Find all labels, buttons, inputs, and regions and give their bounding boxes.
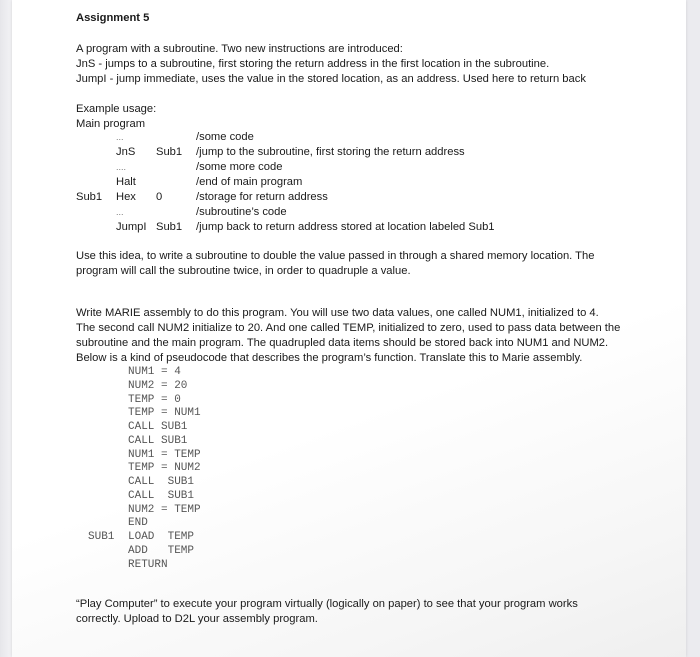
assignment-title: Assignment 5 xyxy=(76,12,150,24)
paragraph-line: correctly. Upload to D2L your assembly p… xyxy=(76,613,318,625)
pseudocode-statement: CALL SUB1 xyxy=(128,489,195,502)
paragraph-line: “Play Computer” to execute your program … xyxy=(76,598,578,610)
background-edge xyxy=(686,0,700,657)
example-heading: Example usage: xyxy=(76,103,157,115)
code-comment: /storage for return address xyxy=(196,191,328,203)
pseudocode-statement: CALL SUB1 xyxy=(128,421,188,433)
code-opcode: Halt xyxy=(116,176,136,188)
pseudocode-statement: TEMP = 0 xyxy=(128,393,181,406)
pseudocode-statement: TEMP = NUM2 xyxy=(128,462,201,475)
pseudocode-statement: CALL SUB1 xyxy=(128,434,188,447)
pseudocode-statement: NUM1 = TEMP xyxy=(128,448,201,461)
use-paragraph: Use this idea, to write a subroutine to … xyxy=(76,249,594,279)
write-paragraph: Write MARIE assembly to do this program.… xyxy=(76,306,620,366)
pseudocode-statement: NUM1 = 4 xyxy=(128,366,181,378)
code-operand: 0 xyxy=(156,191,163,203)
code-opcode: JumpI xyxy=(116,221,147,233)
pseudocode-statement: CALL SUB1 xyxy=(128,476,195,488)
code-opcode: ... xyxy=(116,207,124,217)
code-comment: /some code xyxy=(196,131,254,143)
paragraph-line: Below is a kind of pseudocode that descr… xyxy=(76,352,583,364)
paragraph-line: Write MARIE assembly to do this program.… xyxy=(76,307,599,319)
code-comment: /jump back to return address stored at l… xyxy=(196,221,495,233)
pseudocode-statement: NUM2 = 20 xyxy=(128,379,188,392)
intro-line: A program with a subroutine. Two new ins… xyxy=(76,43,403,55)
pseudocode-statement: NUM2 = TEMP xyxy=(128,503,201,516)
code-opcode: JnS xyxy=(116,146,136,158)
pseudocode-statement: END xyxy=(128,517,148,530)
paragraph-line: subroutine and the main program. The qua… xyxy=(76,337,609,349)
pseudocode-statement: TEMP = NUM1 xyxy=(128,407,201,420)
pseudocode-statement: ADD TEMP xyxy=(128,544,195,557)
pseudocode-statement: RETURN xyxy=(128,558,168,571)
pseudocode-statement: LOAD TEMP xyxy=(128,531,195,543)
example-heading-block: Example usage: Main program xyxy=(76,102,156,132)
code-comment: /subroutine’s code xyxy=(196,206,287,218)
code-opcode: .... xyxy=(116,162,127,172)
paragraph-line: Use this idea, to write a subroutine to … xyxy=(76,250,595,262)
code-comment: /end of main program xyxy=(196,176,303,188)
jns-definition: JnS - jumps to a subroutine, first stori… xyxy=(76,58,550,70)
paragraph-line: program will call the subroutine twice, … xyxy=(76,265,411,277)
code-operand: Sub1 xyxy=(156,146,183,158)
document-page: Assignment 5 A program with a subroutine… xyxy=(12,0,686,657)
code-comment: /jump to the subroutine, first storing t… xyxy=(196,146,465,158)
pseudocode-label: SUB1 xyxy=(88,531,115,543)
code-opcode: ... xyxy=(116,132,124,142)
play-computer-paragraph: “Play Computer” to execute your program … xyxy=(76,597,578,627)
code-operand: Sub1 xyxy=(156,221,183,233)
code-label: Sub1 xyxy=(76,191,103,203)
jumpi-definition: JumpI - jump immediate, uses the value i… xyxy=(76,73,586,85)
code-comment: /some more code xyxy=(196,161,283,173)
code-opcode: Hex xyxy=(116,191,136,203)
intro-paragraph: A program with a subroutine. Two new ins… xyxy=(76,42,586,87)
paragraph-line: The second call NUM2 initialize to 20. A… xyxy=(76,322,621,334)
